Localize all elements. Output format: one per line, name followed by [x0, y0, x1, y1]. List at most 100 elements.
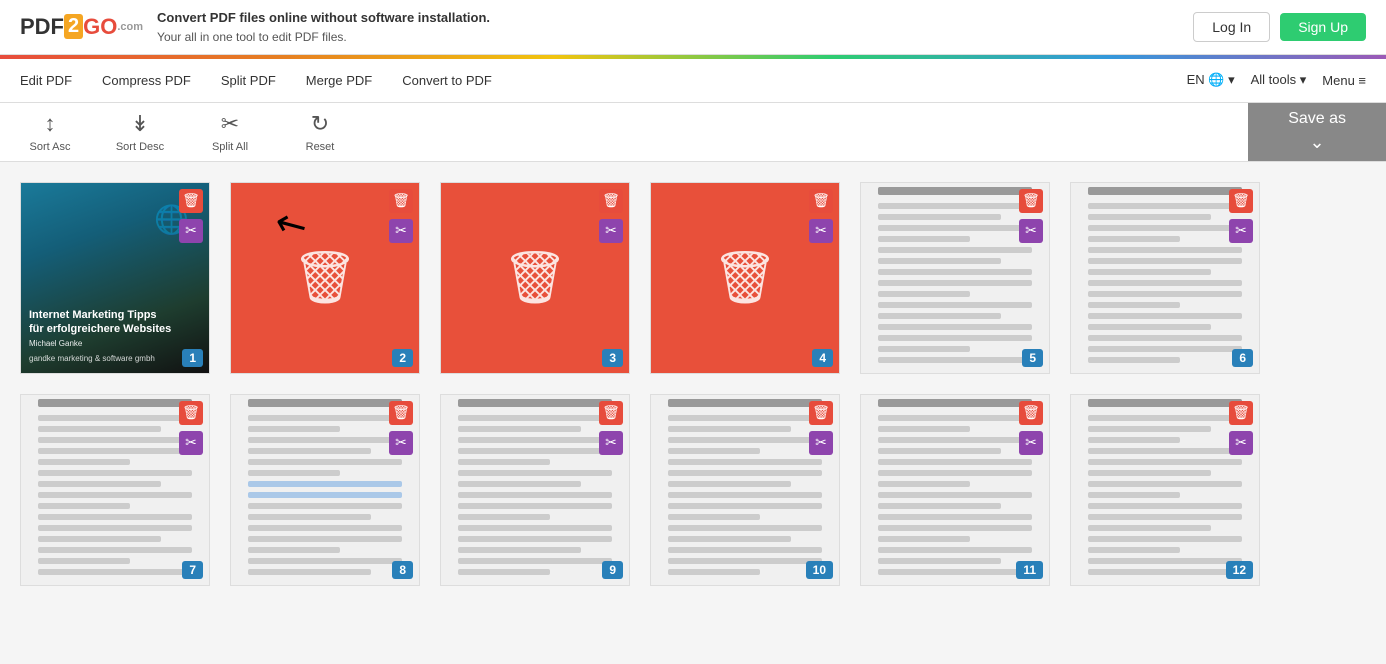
scissor-button[interactable]: ✂ [1019, 219, 1043, 243]
page-number: 10 [806, 561, 833, 579]
page-card: 🗑 🗑 ✂ 3 [440, 182, 630, 374]
login-button[interactable]: Log In [1193, 12, 1270, 42]
reset-label: Reset [306, 141, 335, 153]
doc-line [38, 437, 191, 443]
doc-line [458, 569, 550, 575]
doc-line [1088, 470, 1211, 476]
nav-compress-pdf[interactable]: Compress PDF [102, 73, 191, 88]
page-card: 🗑 ✂ 8 [230, 394, 420, 586]
scissor-button[interactable]: ✂ [1229, 431, 1253, 455]
delete-button[interactable]: 🗑 [599, 401, 623, 425]
doc-line [248, 470, 340, 476]
nav: Edit PDF Compress PDF Split PDF Merge PD… [0, 59, 1386, 103]
delete-button[interactable]: 🗑 [1229, 189, 1253, 213]
doc-line [878, 187, 1031, 195]
delete-button[interactable]: 🗑 [389, 401, 413, 425]
delete-button[interactable]: 🗑 [1229, 401, 1253, 425]
nav-merge-pdf[interactable]: Merge PDF [306, 73, 372, 88]
doc-line [668, 459, 821, 465]
scissor-button[interactable]: ✂ [809, 219, 833, 243]
language-selector[interactable]: EN 🌐 ▾ [1187, 72, 1235, 88]
signup-button[interactable]: Sign Up [1280, 13, 1366, 41]
doc-line [1088, 269, 1211, 275]
doc-line [458, 481, 581, 487]
all-tools-menu[interactable]: All tools ▾ [1251, 72, 1307, 88]
sort-asc-button[interactable]: ↕︎ Sort Asc [20, 111, 80, 153]
delete-button[interactable]: 🗑 [599, 189, 623, 213]
delete-button[interactable]: 🗑 [809, 401, 833, 425]
reset-icon: ↻ [311, 111, 329, 137]
doc-line [878, 399, 1031, 407]
doc-line [1088, 291, 1241, 297]
sort-desc-button[interactable]: ↡ Sort Desc [110, 111, 170, 153]
logo-com: .com [117, 21, 143, 33]
doc-line [1088, 214, 1211, 220]
scissor-button[interactable]: ✂ [389, 219, 413, 243]
doc-line [38, 569, 191, 575]
doc-line [668, 558, 821, 564]
delete-button[interactable]: 🗑 [179, 401, 203, 425]
delete-button[interactable]: 🗑 [809, 189, 833, 213]
doc-line [1088, 346, 1241, 352]
doc-line [248, 415, 401, 421]
doc-line [878, 437, 1031, 443]
doc-line [248, 558, 401, 564]
doc-line [38, 547, 191, 553]
reset-button[interactable]: ↻ Reset [290, 111, 350, 153]
doc-line [1088, 302, 1180, 308]
delete-button[interactable]: 🗑 [1019, 401, 1043, 425]
save-as-button[interactable]: Save as ⌄ [1248, 103, 1386, 161]
doc-line [458, 399, 611, 407]
doc-line [38, 503, 130, 509]
doc-line [1088, 558, 1241, 564]
scissor-button[interactable]: ✂ [1019, 431, 1043, 455]
doc-line [878, 503, 1001, 509]
delete-button[interactable]: 🗑 [179, 189, 203, 213]
page-number: 6 [1232, 349, 1253, 367]
delete-button[interactable]: 🗑 [389, 189, 413, 213]
sort-asc-label: Sort Asc [30, 141, 71, 153]
scissor-button[interactable]: ✂ [179, 219, 203, 243]
scissor-button[interactable]: ✂ [599, 219, 623, 243]
doc-line [878, 225, 1031, 231]
doc-line [878, 536, 970, 542]
split-all-icon: ✂ [221, 111, 239, 137]
doc-line [668, 569, 760, 575]
page-card: 🌐 Internet Marketing Tippsfür erfolgreic… [20, 182, 210, 374]
scissor-button[interactable]: ✂ [809, 431, 833, 455]
doc-line [878, 269, 1031, 275]
doc-line [248, 426, 340, 432]
doc-lines [240, 395, 409, 585]
scissor-button[interactable]: ✂ [389, 431, 413, 455]
doc-line [1088, 536, 1241, 542]
doc-line [38, 558, 130, 564]
content: ↖ 🌐 Internet Marketing Tippsfür erfolgre… [0, 162, 1386, 606]
doc-line [248, 503, 401, 509]
nav-edit-pdf[interactable]: Edit PDF [20, 73, 72, 88]
doc-line [1088, 324, 1211, 330]
doc-lines [1080, 183, 1249, 373]
doc-line [458, 514, 550, 520]
main-menu[interactable]: Menu ≡ [1322, 73, 1366, 88]
doc-lines [870, 183, 1039, 373]
doc-line [878, 324, 1031, 330]
nav-split-pdf[interactable]: Split PDF [221, 73, 276, 88]
doc-line [38, 481, 161, 487]
delete-button[interactable]: 🗑 [1019, 189, 1043, 213]
doc-line [668, 448, 760, 454]
doc-line [458, 536, 611, 542]
scissor-button[interactable]: ✂ [1229, 219, 1253, 243]
logo-area: PDF2GO.com Convert PDF files online with… [20, 8, 490, 46]
page-number: 4 [812, 349, 833, 367]
doc-line [668, 547, 821, 553]
scissor-button[interactable]: ✂ [179, 431, 203, 455]
page-grid: ↖ 🌐 Internet Marketing Tippsfür erfolgre… [20, 182, 1366, 374]
doc-line [1088, 525, 1211, 531]
doc-line [668, 470, 821, 476]
doc-line [38, 514, 191, 520]
nav-convert-pdf[interactable]: Convert to PDF [402, 73, 492, 88]
split-all-button[interactable]: ✂ Split All [200, 111, 260, 153]
doc-line [458, 470, 611, 476]
scissor-button[interactable]: ✂ [599, 431, 623, 455]
save-as-label: Save as [1288, 110, 1346, 128]
